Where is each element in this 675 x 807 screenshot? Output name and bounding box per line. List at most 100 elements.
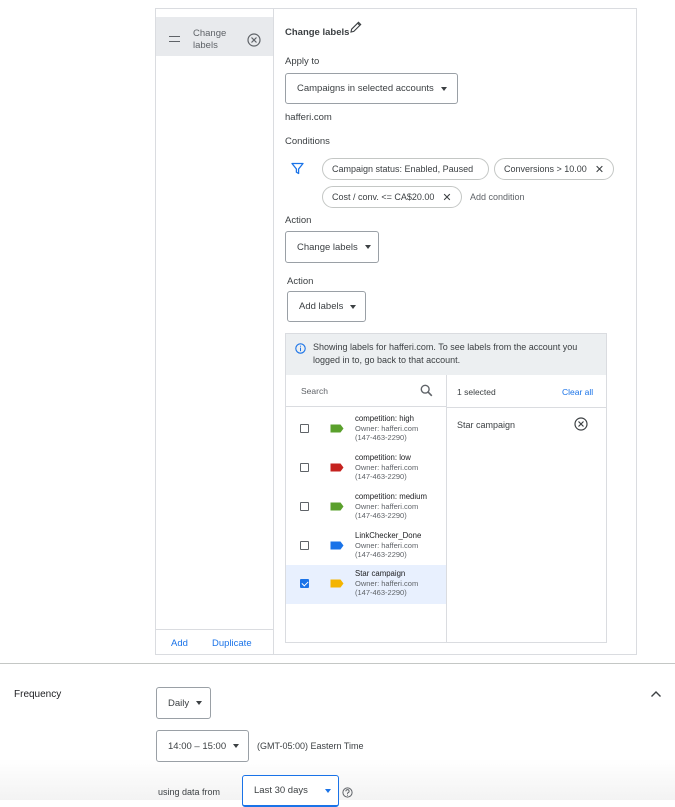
label-checkbox-checked[interactable] [300, 579, 309, 588]
rule-item-change-labels[interactable]: Change labels [156, 17, 273, 56]
chevron-down-icon [196, 701, 203, 705]
selected-header: 1 selected Clear all [447, 375, 606, 408]
action-value: Change labels [297, 241, 358, 253]
edit-pencil-icon[interactable] [349, 20, 363, 34]
condition-text: Conversions > 10.00 [504, 164, 587, 174]
duplicate-button[interactable]: Duplicate [212, 638, 252, 649]
label-checkbox[interactable] [300, 541, 309, 550]
label-row[interactable]: competition: medium Owner: hafferi.com (… [286, 488, 446, 527]
time-range-value: 14:00 – 15:00 [168, 740, 227, 752]
apply-to-dropdown[interactable]: Campaigns in selected accounts [285, 73, 458, 104]
remove-circle-icon[interactable] [247, 33, 261, 47]
timezone-text: (GMT-05:00) Eastern Time [257, 741, 364, 751]
label-row[interactable]: competition: low Owner: hafferi.com (147… [286, 449, 446, 488]
label-checkbox[interactable] [300, 502, 309, 511]
label-info: LinkChecker_Done Owner: hafferi.com (147… [355, 531, 421, 560]
label-name: competition: high [355, 414, 414, 423]
label-row[interactable]: LinkChecker_Done Owner: hafferi.com (147… [286, 527, 446, 566]
label-customer-id: (147-463-2290) [355, 511, 407, 520]
rule-item-label: Change labels [193, 28, 226, 52]
info-text-line1: Showing labels for hafferi.com. To see l… [313, 342, 578, 352]
condition-chip-status[interactable]: Campaign status: Enabled, Paused [322, 158, 489, 180]
chevron-up-icon[interactable] [650, 689, 662, 699]
selected-labels-list: 1 selected Clear all Star campaign [447, 375, 606, 642]
frequency-section: Frequency Daily 14:00 – 15:00 (GMT-05:00… [0, 663, 675, 807]
frequency-period-dropdown[interactable]: Daily [156, 687, 211, 719]
chevron-down-icon [233, 744, 240, 748]
label-tag-icon [330, 541, 344, 550]
selected-label-item: Star campaign [457, 420, 516, 430]
data-range-dropdown[interactable]: Last 30 days [242, 775, 339, 807]
label-search[interactable]: Search [286, 375, 446, 407]
condition-chip-conversions[interactable]: Conversions > 10.00 ✕ [494, 158, 614, 180]
info-banner: Showing labels for hafferi.com. To see l… [286, 334, 606, 375]
label-info: competition: low Owner: hafferi.com (147… [355, 453, 418, 482]
label-customer-id: (147-463-2290) [355, 433, 407, 442]
account-name: hafferi.com [285, 112, 332, 123]
condition-text: Cost / conv. <= CA$20.00 [332, 192, 435, 202]
add-button[interactable]: Add [171, 638, 188, 649]
search-icon[interactable] [420, 384, 433, 397]
chevron-down-icon [350, 304, 357, 309]
conditions-label: Conditions [285, 136, 330, 147]
info-icon [295, 343, 306, 354]
label-name: LinkChecker_Done [355, 531, 422, 540]
label-owner: Owner: hafferi.com [355, 540, 419, 550]
info-text-line2: logged in to, go back to that account. [313, 355, 461, 365]
help-icon[interactable] [342, 787, 353, 798]
label-tag-icon [330, 579, 344, 588]
rule-item-label-line1: Change [193, 28, 227, 39]
remove-condition-icon[interactable]: ✕ [442, 191, 451, 204]
label-info: Star campaign Owner: hafferi.com (147-46… [355, 569, 418, 598]
condition-text: Campaign status: Enabled, Paused [332, 164, 474, 174]
label-customer-id: (147-463-2290) [355, 472, 407, 481]
search-input[interactable]: Search [301, 386, 328, 396]
apply-to-label: Apply to [285, 56, 320, 67]
chevron-down-icon [324, 788, 331, 793]
drag-handle-icon[interactable] [169, 36, 180, 42]
label-checkbox[interactable] [300, 463, 309, 472]
sub-action-dropdown[interactable]: Add labels [287, 291, 366, 322]
label-name: Star campaign [355, 569, 406, 578]
sub-action-label: Action [287, 276, 314, 287]
data-range-prefix: using data from [158, 787, 221, 797]
filter-icon [291, 162, 304, 175]
label-tag-icon [330, 502, 344, 511]
label-customer-id: (147-463-2290) [355, 550, 407, 559]
frequency-period-value: Daily [168, 697, 190, 709]
label-owner: Owner: hafferi.com [355, 423, 419, 433]
label-customer-id: (147-463-2290) [355, 588, 407, 597]
clear-all-button[interactable]: Clear all [562, 387, 593, 397]
label-name: competition: low [355, 453, 411, 462]
chevron-down-icon [440, 86, 447, 91]
frequency-title: Frequency [14, 689, 62, 700]
label-owner: Owner: hafferi.com [355, 578, 419, 588]
time-range-dropdown[interactable]: 14:00 – 15:00 [156, 730, 249, 762]
label-owner: Owner: hafferi.com [355, 501, 419, 511]
label-info: competition: high Owner: hafferi.com (14… [355, 414, 418, 443]
label-list: Search competition: high Owner: hafferi.… [286, 375, 447, 642]
label-row-selected[interactable]: Star campaign Owner: hafferi.com (147-46… [286, 565, 446, 604]
label-checkbox[interactable] [300, 424, 309, 433]
sub-action-value: Add labels [299, 301, 344, 312]
label-info: competition: medium Owner: hafferi.com (… [355, 492, 427, 521]
data-range-value: Last 30 days [254, 785, 308, 796]
label-name: competition: medium [355, 492, 427, 501]
action-label: Action [285, 215, 312, 226]
label-picker: Showing labels for hafferi.com. To see l… [285, 333, 607, 643]
remove-circle-icon[interactable] [574, 417, 588, 431]
add-condition-button[interactable]: Add condition [470, 192, 525, 202]
selected-count: 1 selected [457, 387, 496, 397]
rule-title: Change labels [285, 27, 350, 38]
label-tag-icon [330, 424, 344, 433]
remove-condition-icon[interactable]: ✕ [595, 163, 604, 176]
label-row[interactable]: competition: high Owner: hafferi.com (14… [286, 410, 446, 449]
rule-list-footer: Add Duplicate [156, 629, 273, 654]
condition-chip-cost[interactable]: Cost / conv. <= CA$20.00 ✕ [322, 186, 462, 208]
rule-list-column: Change labels Add Duplicate [156, 9, 274, 654]
apply-to-value: Campaigns in selected accounts [297, 83, 434, 94]
rule-item-label-line2: labels [193, 40, 218, 51]
label-owner: Owner: hafferi.com [355, 462, 419, 472]
chevron-down-icon [364, 245, 371, 249]
action-dropdown[interactable]: Change labels [285, 231, 379, 263]
